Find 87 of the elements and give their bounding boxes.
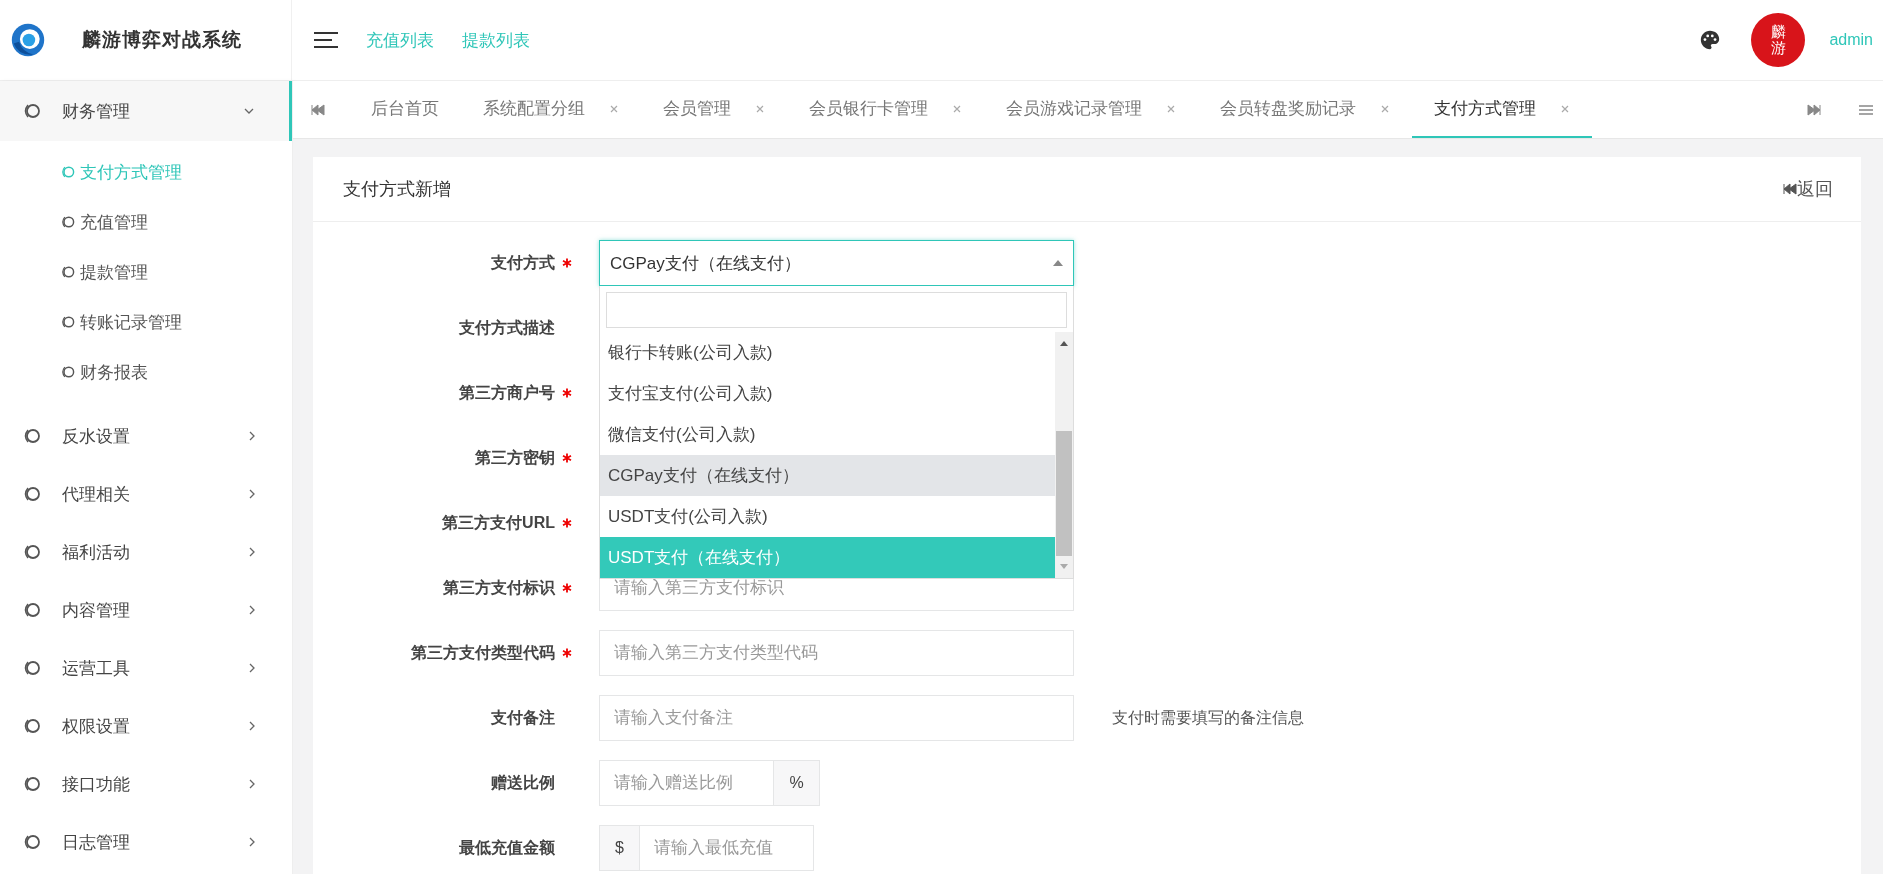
chevron-icon xyxy=(248,488,256,500)
field-label: 支付备注 xyxy=(491,707,555,728)
page-tab[interactable]: 会员游戏记录管理 xyxy=(984,81,1198,138)
page-tab[interactable]: 会员转盘奖励记录 xyxy=(1198,81,1412,138)
chevron-icon xyxy=(248,546,256,558)
sidebar-group[interactable]: 运营工具 xyxy=(0,639,292,697)
input-field[interactable]: 请输入第三方支付类型代码 xyxy=(599,630,1074,676)
chevron-icon xyxy=(248,662,256,674)
input-field[interactable]: 请输入赠送比例 xyxy=(599,760,774,806)
sidebar-group[interactable]: 权限设置 xyxy=(0,697,292,755)
ring-icon xyxy=(60,214,76,230)
ring-icon xyxy=(60,314,76,330)
page-tab[interactable]: 会员银行卡管理 xyxy=(787,81,984,138)
page-tab[interactable]: 会员管理 xyxy=(641,81,787,138)
close-icon[interactable] xyxy=(952,103,962,114)
sidebar-group[interactable]: 接口功能 xyxy=(0,755,292,813)
ring-icon xyxy=(22,658,42,678)
field-label: 赠送比例 xyxy=(491,772,555,793)
menu-icon[interactable] xyxy=(314,31,338,49)
chevron-icon xyxy=(248,604,256,616)
sidebar-item[interactable]: 转账记录管理 xyxy=(0,297,292,347)
search-field[interactable] xyxy=(606,292,1067,328)
skip-back-icon xyxy=(1783,183,1797,195)
input-addon: $ xyxy=(599,825,639,871)
scroll-up-icon[interactable] xyxy=(1060,340,1068,346)
caret-icon xyxy=(1053,260,1063,266)
card-title: 支付方式新增 xyxy=(343,178,451,201)
chevron-icon xyxy=(243,107,255,115)
dropdown-option[interactable]: 支付宝支付(公司入款) xyxy=(600,373,1055,414)
dropdown-option[interactable]: USDT支付(公司入款) xyxy=(600,496,1055,537)
chevron-icon xyxy=(248,720,256,732)
ring-icon xyxy=(22,600,42,620)
page-tab[interactable]: 系统配置分组 xyxy=(461,81,641,138)
scroll-down-icon[interactable] xyxy=(1060,564,1068,570)
help-text: 支付时需要填写的备注信息 xyxy=(1112,707,1304,728)
field-label: 第三方支付类型代码 xyxy=(411,642,555,663)
chevron-icon xyxy=(248,778,256,790)
sidebar-item[interactable]: 充值管理 xyxy=(0,197,292,247)
dropdown-option[interactable]: 银行卡转账(公司入款) xyxy=(600,332,1055,373)
close-icon[interactable] xyxy=(1380,103,1390,114)
close-icon[interactable] xyxy=(609,103,619,114)
sidebar-group[interactable]: 反水设置 xyxy=(0,407,292,465)
sidebar-item[interactable]: 财务报表 xyxy=(0,347,292,397)
sidebar-group[interactable]: 福利活动 xyxy=(0,523,292,581)
ring-icon xyxy=(60,264,76,280)
app-title: 麟游博弈对战系统 xyxy=(82,28,242,52)
field-label: 第三方支付URL xyxy=(442,512,555,533)
ring-icon xyxy=(22,832,42,852)
close-icon[interactable] xyxy=(755,103,765,114)
select-field[interactable]: CGPay支付（在线支付） xyxy=(599,240,1074,286)
sidebar-group[interactable]: 内容管理 xyxy=(0,581,292,639)
ring-icon xyxy=(22,101,42,121)
field-label: 支付方式描述 xyxy=(459,317,555,338)
ring-icon xyxy=(22,774,42,794)
chevron-icon xyxy=(248,836,256,848)
avatar-seal[interactable]: 麟游 xyxy=(1751,13,1806,67)
input-field[interactable]: 请输入支付备注 xyxy=(599,695,1074,741)
close-icon[interactable] xyxy=(1166,103,1176,114)
skip-back-icon[interactable] xyxy=(311,103,325,116)
field-label: 第三方密钥 xyxy=(475,447,555,468)
sidebar-group[interactable]: 日志管理 xyxy=(0,813,292,871)
page-tab[interactable]: 后台首页 xyxy=(349,81,461,138)
sidebar-group[interactable]: 财务管理 xyxy=(0,81,292,141)
input-field[interactable]: 请输入最低充值 xyxy=(639,825,814,871)
ring-icon xyxy=(22,716,42,736)
field-label: 第三方商户号 xyxy=(459,382,555,403)
swirl-logo-icon xyxy=(10,22,46,58)
sidebar-item[interactable]: 提款管理 xyxy=(0,247,292,297)
sidebar-group[interactable]: 代理相关 xyxy=(0,465,292,523)
back-link[interactable]: 返回 xyxy=(1783,177,1833,201)
palette-icon[interactable] xyxy=(1699,29,1722,51)
field-label: 第三方支付标识 xyxy=(443,577,555,598)
page-tab[interactable]: 支付方式管理 xyxy=(1412,81,1592,138)
dropdown-option[interactable]: 微信支付(公司入款) xyxy=(600,414,1055,455)
ring-icon xyxy=(22,542,42,562)
input-addon: % xyxy=(774,760,820,806)
ring-icon xyxy=(60,364,76,380)
ring-icon xyxy=(22,484,42,504)
field-label: 最低充值金额 xyxy=(459,837,555,858)
skip-forward-icon[interactable] xyxy=(1807,103,1821,116)
close-icon[interactable] xyxy=(1560,103,1570,114)
scrollbar[interactable] xyxy=(1055,332,1073,578)
chevron-icon xyxy=(248,430,256,442)
field-label: 支付方式 xyxy=(491,252,555,273)
ring-icon xyxy=(22,426,42,446)
ring-icon xyxy=(60,164,76,180)
dropdown-option[interactable]: CGPay支付（在线支付） xyxy=(600,455,1055,496)
